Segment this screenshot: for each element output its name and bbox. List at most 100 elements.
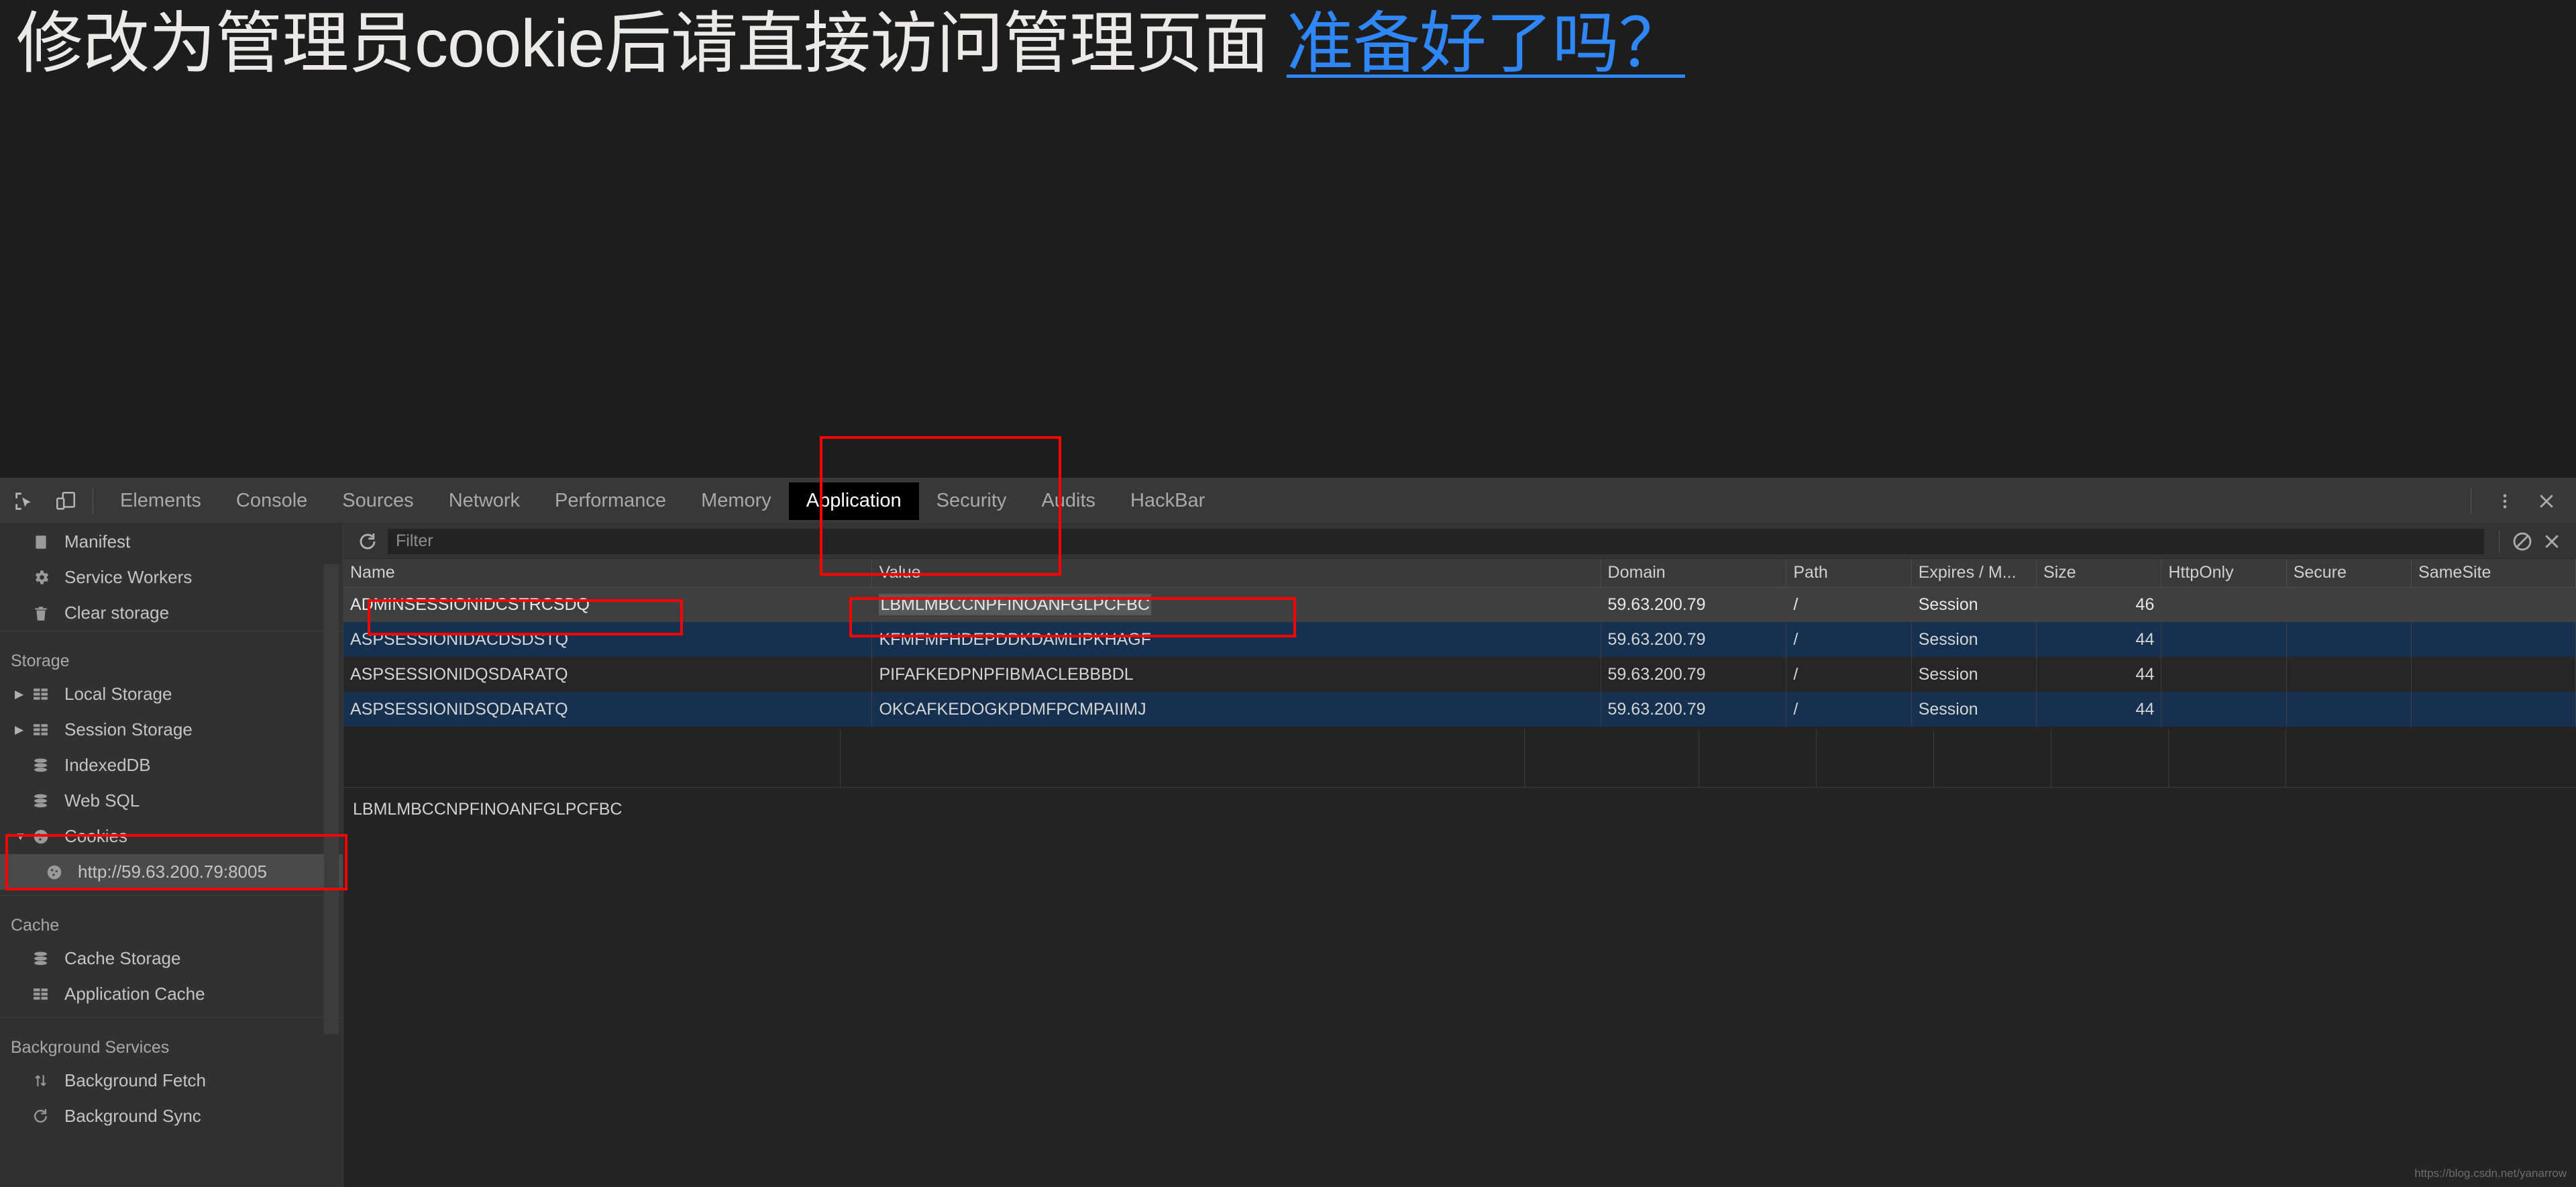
column-header-domain[interactable]: Domain [1601, 559, 1787, 588]
cookies-toolbar-divider [2499, 529, 2500, 553]
table-icon [32, 721, 60, 738]
sidebar-item-background-sync[interactable]: Background Sync [0, 1098, 343, 1134]
column-header-secure[interactable]: Secure [2286, 559, 2412, 588]
cell-expires[interactable]: Session [1911, 692, 2037, 727]
clear-all-cookies-icon[interactable] [2508, 527, 2537, 556]
devtools-panel: Elements Console Sources Network Perform… [0, 478, 2576, 1187]
sidebar-item-service-workers[interactable]: Service Workers [0, 560, 343, 595]
cell-secure[interactable] [2286, 657, 2412, 692]
cell-size[interactable]: 46 [2036, 587, 2162, 622]
sidebar-scrollbar[interactable] [324, 564, 339, 1034]
cell-httponly[interactable] [2161, 622, 2287, 657]
page-headline-text: 修改为管理员cookie后请直接访问管理页面 [16, 6, 1287, 81]
sidebar-item-indexeddb[interactable]: IndexedDB [0, 747, 343, 783]
sidebar-item-cookie-origin[interactable]: http://59.63.200.79:8005 [0, 854, 343, 890]
sidebar-item-session-storage[interactable]: ▶ Session Storage [0, 712, 343, 747]
chevron-down-icon[interactable]: ▼ [15, 830, 32, 843]
cell-size[interactable]: 44 [2036, 657, 2162, 692]
cell-expires[interactable]: Session [1911, 587, 2037, 622]
cell-path[interactable]: / [1786, 692, 1912, 727]
cell-name[interactable]: ASPSESSIONIDSQDARATQ [343, 692, 873, 727]
sidebar-item-clear-storage[interactable]: Clear storage [0, 595, 343, 631]
cell-expires[interactable]: Session [1911, 657, 2037, 692]
tab-audits[interactable]: Audits [1024, 478, 1113, 524]
cell-samesite[interactable] [2411, 622, 2576, 657]
cookies-table-container[interactable]: Name Value Domain Path Expires / M... Si… [343, 559, 2576, 787]
cell-expires[interactable]: Session [1911, 622, 2037, 657]
column-header-httponly[interactable]: HttpOnly [2161, 559, 2287, 588]
cell-path[interactable]: / [1786, 657, 1912, 692]
cell-secure[interactable] [2286, 692, 2412, 727]
table-row[interactable]: ADMINSESSIONIDCSTRCSDQ LBMLMBCCNPFINOANF… [343, 587, 2576, 622]
sidebar-group-storage: Storage [0, 631, 343, 676]
device-toolbar-icon[interactable] [48, 484, 83, 519]
sidebar-label-clear-storage: Clear storage [64, 603, 170, 623]
gear-icon [32, 568, 60, 586]
cell-httponly[interactable] [2161, 587, 2287, 622]
tab-hackbar[interactable]: HackBar [1113, 478, 1222, 524]
cell-samesite[interactable] [2411, 657, 2576, 692]
cookies-table: Name Value Domain Path Expires / M... Si… [343, 559, 2576, 727]
cell-domain[interactable]: 59.63.200.79 [1601, 657, 1787, 692]
cell-domain[interactable]: 59.63.200.79 [1601, 622, 1787, 657]
table-row[interactable]: ASPSESSIONIDACDSDSTQ KFMFMFHDEPDDKDAMLIP… [343, 622, 2576, 657]
column-header-expires[interactable]: Expires / M... [1911, 559, 2037, 588]
cookie-icon [32, 828, 60, 845]
cell-size[interactable]: 44 [2036, 622, 2162, 657]
sidebar-item-manifest[interactable]: Manifest [0, 524, 343, 560]
sidebar-item-application-cache[interactable]: Application Cache [0, 976, 343, 1012]
cell-name[interactable]: ADMINSESSIONIDCSTRCSDQ [343, 587, 873, 622]
cell-value[interactable]: PIFAFKEDPNPFIBMACLEBBBDL [871, 657, 1601, 692]
column-header-size[interactable]: Size [2036, 559, 2162, 588]
sidebar-label-local-storage: Local Storage [64, 684, 172, 704]
column-header-value[interactable]: Value [871, 559, 1601, 588]
cell-name[interactable]: ASPSESSIONIDQSDARATQ [343, 657, 873, 692]
cell-path[interactable]: / [1786, 587, 1912, 622]
page-headline-link[interactable]: 准备好了吗？ [1287, 6, 1686, 81]
cell-domain[interactable]: 59.63.200.79 [1601, 692, 1787, 727]
tab-network[interactable]: Network [431, 478, 537, 524]
cell-secure[interactable] [2286, 622, 2412, 657]
table-row[interactable]: ASPSESSIONIDSQDARATQ OKCAFKEDOGKPDMFPCMP… [343, 692, 2576, 727]
delete-selected-cookie-icon[interactable] [2537, 527, 2567, 556]
tab-console[interactable]: Console [219, 478, 325, 524]
cell-path[interactable]: / [1786, 622, 1912, 657]
table-icon [32, 686, 60, 703]
column-header-samesite[interactable]: SameSite [2411, 559, 2576, 588]
column-header-path[interactable]: Path [1786, 559, 1912, 588]
sidebar-item-cookies[interactable]: ▼ Cookies [0, 819, 343, 854]
close-icon[interactable] [2529, 484, 2564, 519]
cell-value[interactable]: LBMLMBCCNPFINOANFGLPCFBC [871, 587, 1601, 622]
cell-httponly[interactable] [2161, 657, 2287, 692]
tab-memory[interactable]: Memory [684, 478, 789, 524]
cell-value[interactable]: KFMFMFHDEPDDKDAMLIPKHAGF [871, 622, 1601, 657]
tab-application[interactable]: Application [788, 482, 919, 520]
sidebar-item-web-sql[interactable]: Web SQL [0, 783, 343, 819]
cell-samesite[interactable] [2411, 692, 2576, 727]
column-header-name[interactable]: Name [343, 559, 873, 588]
tab-performance[interactable]: Performance [537, 478, 684, 524]
cell-size[interactable]: 44 [2036, 692, 2162, 727]
search-input[interactable] [388, 528, 2484, 554]
inspect-element-icon[interactable] [7, 484, 42, 519]
cell-samesite[interactable] [2411, 587, 2576, 622]
cell-name[interactable]: ASPSESSIONIDACDSDSTQ [343, 622, 873, 657]
kebab-menu-icon[interactable] [2487, 484, 2522, 519]
tab-security[interactable]: Security [919, 478, 1024, 524]
table-row[interactable]: ASPSESSIONIDQSDARATQ PIFAFKEDPNPFIBMACLE… [343, 657, 2576, 692]
application-sidebar: Manifest Service Workers Clear storage S… [0, 524, 343, 1187]
watermark-text: https://blog.csdn.net/yanarrow [2414, 1167, 2567, 1180]
toolbar-right-group [2461, 484, 2576, 519]
tab-sources[interactable]: Sources [325, 478, 431, 524]
cell-value[interactable]: OKCAFKEDOGKPDMFPCMPAIIMJ [871, 692, 1601, 727]
sidebar-item-local-storage[interactable]: ▶ Local Storage [0, 676, 343, 712]
cell-domain[interactable]: 59.63.200.79 [1601, 587, 1787, 622]
cell-secure[interactable] [2286, 587, 2412, 622]
chevron-right-icon[interactable]: ▶ [15, 688, 32, 701]
chevron-right-icon[interactable]: ▶ [15, 723, 32, 737]
sidebar-item-cache-storage[interactable]: Cache Storage [0, 941, 343, 976]
tab-elements[interactable]: Elements [103, 478, 219, 524]
refresh-icon[interactable] [353, 527, 382, 556]
sidebar-item-background-fetch[interactable]: Background Fetch [0, 1063, 343, 1098]
cell-httponly[interactable] [2161, 692, 2287, 727]
